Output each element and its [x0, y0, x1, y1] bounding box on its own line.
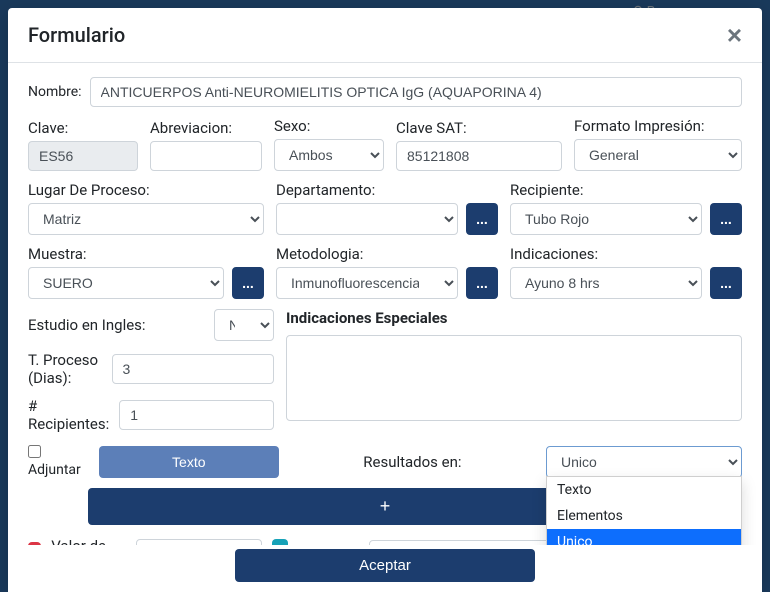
departamento-label: Departamento: [276, 181, 498, 199]
texto-button[interactable]: Texto [99, 446, 279, 478]
clave-sat-input[interactable] [396, 141, 562, 171]
estudio-ingles-select[interactable]: NO [214, 309, 274, 341]
recipiente-label: Recipiente: [510, 181, 742, 199]
modal-footer: Aceptar [8, 545, 762, 592]
modal-title: Formulario [28, 23, 125, 47]
mini-settings-column: Estudio en Ingles: NO T. Proceso (Dias):… [28, 309, 274, 433]
sexo-label: Sexo: [274, 117, 384, 135]
departamento-select[interactable] [276, 203, 458, 235]
lugar-label: Lugar De Proceso: [28, 181, 264, 199]
resultados-en-dropdown[interactable]: TextoElementosUnicoTablaTexto Amplio [546, 476, 742, 546]
form-modal: Formulario × Nombre: Clave: Abreviacion:… [8, 8, 762, 592]
num-recip-label: # Recipientes: [28, 397, 109, 433]
nombre-input[interactable] [90, 77, 742, 107]
abreviacion-label: Abreviacion: [150, 119, 262, 137]
modal-body: Nombre: Clave: Abreviacion: Sexo: Ambos … [8, 63, 762, 545]
resultados-option[interactable]: Elementos [547, 503, 741, 529]
lugar-select[interactable]: Matriz [28, 203, 264, 235]
indicaciones-select[interactable]: Ayuno 8 hrs [510, 267, 702, 299]
resultados-en-select[interactable]: Unico [546, 446, 742, 478]
adjuntar-label: Adjuntar [28, 462, 81, 478]
t-proceso-label: T. Proceso (Dias): [28, 351, 102, 387]
nombre-label: Nombre: [28, 84, 82, 100]
ind-especiales-label: Indicaciones Especiales [286, 309, 742, 327]
num-recip-input[interactable] [119, 400, 274, 430]
metodologia-select[interactable]: Inmunofluorescencia indirecta [276, 267, 458, 299]
departamento-more-button[interactable]: ... [466, 203, 498, 235]
sexo-select[interactable]: Ambos [274, 139, 384, 171]
muestra-select[interactable]: SUERO [28, 267, 224, 299]
formato-select[interactable]: General [574, 139, 742, 171]
muestra-label: Muestra: [28, 245, 264, 263]
accept-button[interactable]: Aceptar [235, 549, 535, 582]
recipiente-more-button[interactable]: ... [710, 203, 742, 235]
close-button[interactable]: × [727, 22, 742, 48]
indicaciones-more-button[interactable]: ... [710, 267, 742, 299]
resultados-option[interactable]: Texto [547, 477, 741, 503]
metodologia-more-button[interactable]: ... [466, 267, 498, 299]
recipiente-select[interactable]: Tubo Rojo [510, 203, 702, 235]
abreviacion-input[interactable] [150, 141, 262, 171]
metodologia-label: Metodologia: [276, 245, 498, 263]
clave-label: Clave: [28, 119, 138, 137]
ind-especiales-textarea[interactable] [286, 335, 742, 421]
muestra-more-button[interactable]: ... [232, 267, 264, 299]
modal-header: Formulario × [8, 8, 762, 63]
t-proceso-input[interactable] [112, 354, 275, 384]
valor-ref-label: Valor de Referencia: [51, 537, 126, 545]
estudio-ingles-label: Estudio en Ingles: [28, 316, 146, 334]
clave-sat-label: Clave SAT: [396, 119, 562, 137]
adjuntar-checkbox[interactable] [28, 445, 41, 458]
indicaciones-label: Indicaciones: [510, 245, 742, 263]
formato-label: Formato Impresión: [574, 117, 742, 135]
resultados-en-label: Resultados en: [363, 453, 461, 471]
resultados-option[interactable]: Unico [547, 529, 741, 546]
clave-input [28, 141, 138, 171]
